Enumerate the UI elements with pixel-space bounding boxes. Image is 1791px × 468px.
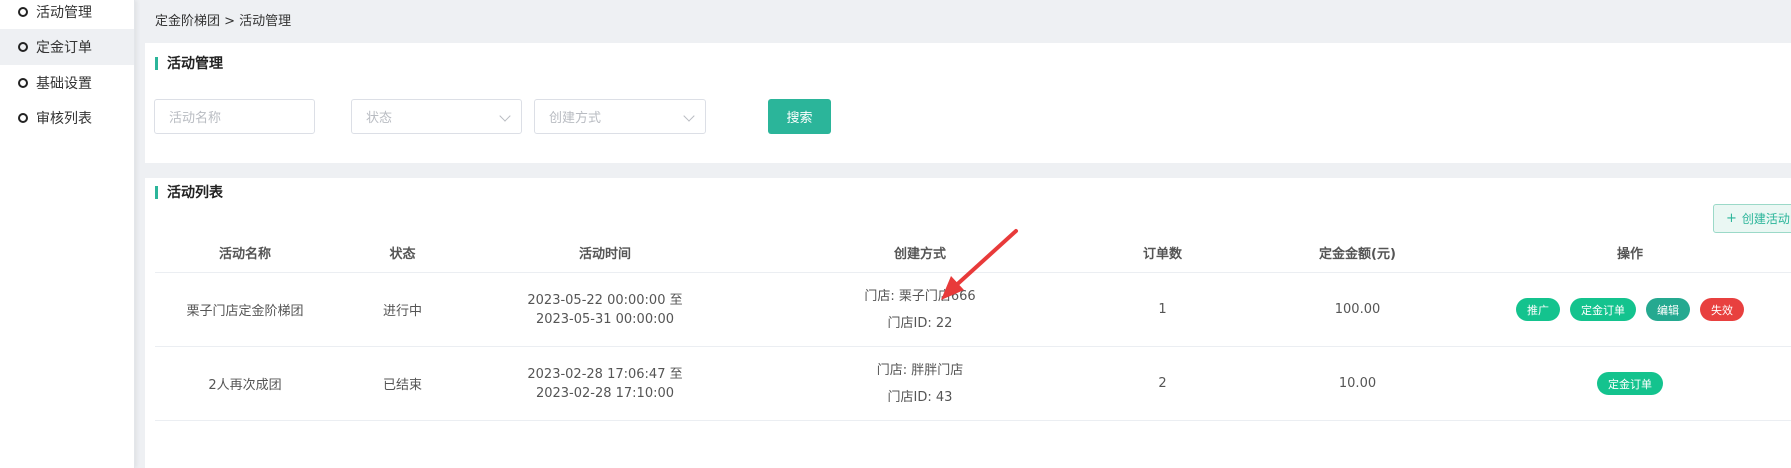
activity-list-panel: 活动列表 + 创建活动 活动名称 状态 活动时间 创建方式 订单数 定金金额(元… xyxy=(145,178,1791,468)
actions-cell: 推广 定金订单 编辑 失效 xyxy=(1490,273,1770,346)
column-header: 状态 xyxy=(389,247,416,262)
activity-time-cell: 2023-02-28 17:06:47 至 2023-02-28 17:10:0… xyxy=(470,347,740,420)
search-button[interactable]: 搜索 xyxy=(768,99,831,134)
column-header: 活动时间 xyxy=(578,247,631,262)
circle-icon xyxy=(18,113,28,123)
sidebar: 活动管理 定金订单 基础设置 审核列表 xyxy=(0,0,135,468)
table-row: 2人再次成团 已结束 2023-02-28 17:06:47 至 2023-02… xyxy=(155,347,1791,421)
create-activity-label: 创建活动 xyxy=(1741,212,1790,226)
deposit-orders-button[interactable]: 定金订单 xyxy=(1597,372,1663,395)
section-title: 活动管理 xyxy=(155,53,223,73)
plus-icon: + xyxy=(1726,211,1737,226)
circle-icon xyxy=(18,42,28,52)
sidebar-item-activity-management[interactable]: 活动管理 xyxy=(0,0,134,30)
title-accent-bar xyxy=(155,185,158,199)
sidebar-item-label: 定金订单 xyxy=(36,40,92,56)
activity-name-placeholder: 活动名称 xyxy=(169,111,222,126)
sidebar-item-label: 审核列表 xyxy=(36,111,92,127)
activity-table: 活动名称 状态 活动时间 创建方式 订单数 定金金额(元) 操作 栗子门店定金阶… xyxy=(155,233,1791,421)
time-end: 2023-05-31 00:00:00 xyxy=(535,311,675,327)
creation-method-placeholder: 创建方式 xyxy=(549,111,602,126)
chevron-down-icon xyxy=(683,110,695,122)
sidebar-item-deposit-orders[interactable]: 定金订单 xyxy=(0,29,134,65)
list-panel-title: 活动列表 xyxy=(167,185,223,201)
status-select[interactable]: 状态 xyxy=(351,99,522,134)
sidebar-item-label: 基础设置 xyxy=(36,76,92,92)
creation-method-cell: 门店: 胖胖门店 门店ID: 43 xyxy=(740,347,1100,420)
creation-method-cell: 门店: 栗子门店666 门店ID: 22 xyxy=(740,273,1100,346)
column-header: 订单数 xyxy=(1142,247,1182,262)
table-header-row: 活动名称 状态 活动时间 创建方式 订单数 定金金额(元) 操作 xyxy=(155,233,1791,273)
order-count-cell: 1 xyxy=(1158,302,1167,317)
promote-button[interactable]: 推广 xyxy=(1516,298,1560,321)
create-activity-button[interactable]: + 创建活动 xyxy=(1713,204,1791,233)
status-cell: 进行中 xyxy=(382,304,422,319)
title-accent-bar xyxy=(155,56,158,70)
column-header: 操作 xyxy=(1616,247,1643,262)
store-name: 门店: 栗子门店666 xyxy=(864,288,976,304)
column-header: 创建方式 xyxy=(893,247,946,262)
store-name: 门店: 胖胖门店 xyxy=(876,362,964,378)
order-count-cell: 2 xyxy=(1158,376,1167,391)
circle-icon xyxy=(18,7,28,17)
status-placeholder: 状态 xyxy=(366,111,393,126)
deposit-orders-button[interactable]: 定金订单 xyxy=(1570,298,1636,321)
activity-name-cell: 栗子门店定金阶梯团 xyxy=(186,304,304,319)
search-panel-title: 活动管理 xyxy=(167,56,223,72)
store-id: 门店ID: 43 xyxy=(887,389,953,405)
breadcrumb: 定金阶梯团 > 活动管理 xyxy=(155,14,292,29)
sidebar-item-basic-settings[interactable]: 基础设置 xyxy=(0,65,134,101)
sidebar-item-label: 活动管理 xyxy=(36,5,92,21)
creation-method-select[interactable]: 创建方式 xyxy=(534,99,706,134)
status-cell: 已结束 xyxy=(382,378,422,393)
time-start: 2023-02-28 17:06:47 至 xyxy=(527,366,683,382)
circle-icon xyxy=(18,78,28,88)
deposit-amount-cell: 10.00 xyxy=(1338,376,1377,391)
search-panel: 活动管理 活动名称 状态 创建方式 搜索 xyxy=(145,43,1791,163)
column-header: 定金金额(元) xyxy=(1319,247,1396,262)
sidebar-item-review-list[interactable]: 审核列表 xyxy=(0,100,134,136)
actions-cell: 定金订单 xyxy=(1490,347,1770,420)
store-id: 门店ID: 22 xyxy=(887,315,953,331)
time-start: 2023-05-22 00:00:00 至 xyxy=(527,292,683,308)
edit-button[interactable]: 编辑 xyxy=(1646,298,1690,321)
column-header: 活动名称 xyxy=(218,247,271,262)
activity-name-input[interactable]: 活动名称 xyxy=(154,99,315,134)
chevron-down-icon xyxy=(499,110,511,122)
deposit-amount-cell: 100.00 xyxy=(1334,302,1381,317)
time-end: 2023-02-28 17:10:00 xyxy=(535,385,675,401)
activity-time-cell: 2023-05-22 00:00:00 至 2023-05-31 00:00:0… xyxy=(470,273,740,346)
invalidate-button[interactable]: 失效 xyxy=(1700,298,1744,321)
activity-name-cell: 2人再次成团 xyxy=(208,378,282,393)
section-title: 活动列表 xyxy=(155,182,223,202)
table-row: 栗子门店定金阶梯团 进行中 2023-05-22 00:00:00 至 2023… xyxy=(155,273,1791,347)
